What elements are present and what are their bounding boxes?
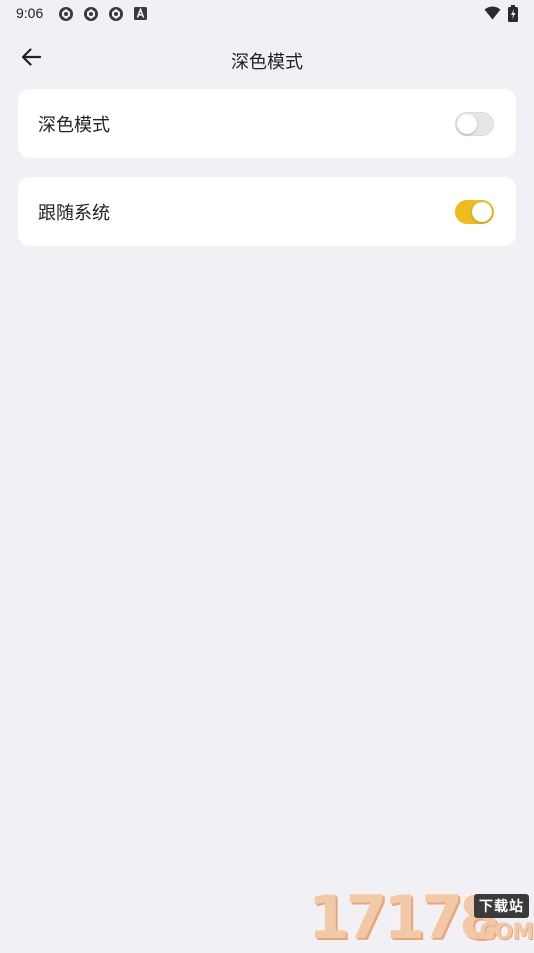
setting-card-follow-system: 跟随系统 <box>18 177 516 246</box>
page-title: 深色模式 <box>231 52 303 73</box>
setting-label: 跟随系统 <box>38 202 110 224</box>
watermark-tag: 下载站 <box>474 894 529 918</box>
dark-mode-toggle[interactable] <box>455 111 494 136</box>
a-badge-icon <box>134 7 150 23</box>
setting-card-dark-mode: 深色模式 <box>18 89 516 158</box>
follow-system-toggle[interactable] <box>455 199 494 224</box>
battery-charging-icon <box>508 5 524 22</box>
aperture-icon <box>58 6 74 22</box>
toggle-knob <box>472 201 492 222</box>
setting-label: 深色模式 <box>38 114 110 136</box>
status-time: 9:06 <box>16 5 44 21</box>
app-bar: 深色模式 <box>0 32 534 86</box>
watermark-logo: 17178 下载站 .COM <box>308 886 534 950</box>
aperture-icon <box>83 6 99 22</box>
status-bar: 9:06 <box>0 0 534 28</box>
watermark-domain: .COM <box>472 920 534 945</box>
watermark-digits: 17178 <box>308 883 501 953</box>
aperture-icon <box>108 6 124 22</box>
wifi-icon <box>484 6 501 22</box>
toggle-knob <box>457 113 477 134</box>
